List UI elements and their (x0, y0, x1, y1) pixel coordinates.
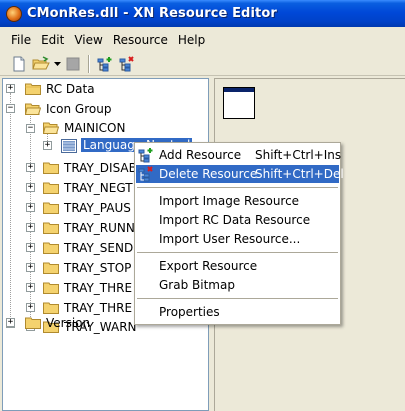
menu-item-grab-bitmap[interactable]: Grab Bitmap (136, 276, 339, 294)
toolbar-separator (88, 54, 90, 73)
menu-item-label: Add Resource (159, 148, 242, 162)
folder-icon (25, 317, 41, 329)
menu-item-delete-resource[interactable]: Delete Resource Shift+Ctrl+Del (136, 165, 344, 183)
menu-item-label: Delete Resource (159, 167, 258, 181)
tree-node-tray[interactable]: TRAY_STOP (64, 261, 131, 275)
add-resource-button[interactable] (94, 53, 116, 75)
expand-rc-data[interactable]: + (6, 84, 15, 93)
folder-icon (25, 83, 41, 95)
folder-icon (43, 242, 59, 254)
icon-resource-icon (61, 139, 77, 153)
delete-resource-button[interactable] (116, 53, 138, 75)
menu-bar: File Edit View Resource Help (0, 29, 405, 51)
tree-node-tray[interactable]: TRAY_THRE (64, 301, 132, 315)
menu-help[interactable]: Help (173, 33, 210, 47)
folder-icon (43, 182, 59, 194)
menu-item-label: Import RC Data Resource (159, 213, 311, 227)
expand-tray-stop[interactable]: + (26, 263, 35, 272)
context-menu: Add Resource Shift+Ctrl+Ins Delete Resou… (134, 142, 344, 325)
tree-node-tray[interactable]: TRAY_SEND (64, 241, 133, 255)
expand-version[interactable]: + (6, 318, 15, 327)
dropdown-arrow-icon (53, 61, 61, 66)
menu-item-label: Export Resource (159, 259, 258, 273)
open-button[interactable] (30, 53, 52, 75)
expand-tray-thre[interactable]: + (26, 303, 35, 312)
menu-item-import-rc-data[interactable]: Import RC Data Resource (136, 211, 339, 229)
menu-edit[interactable]: Edit (36, 33, 69, 47)
open-folder-icon (25, 103, 41, 115)
menu-item-shortcut: Shift+Ctrl+Del (255, 167, 344, 181)
tree-node-mainicon[interactable]: MAINICON (64, 121, 125, 135)
folder-icon (43, 302, 59, 314)
menu-item-label: Grab Bitmap (159, 278, 235, 292)
delete-resource-icon (119, 55, 134, 71)
delete-resource-icon (138, 166, 153, 182)
expand-tray-send[interactable]: + (26, 243, 35, 252)
menu-item-label: Import Image Resource (159, 194, 300, 208)
stop-button[interactable] (62, 53, 84, 75)
open-folder-icon (43, 122, 59, 134)
expand-tray-runn[interactable]: + (26, 223, 35, 232)
expand-language-neutral[interactable]: + (43, 141, 52, 150)
tree-node-rc-data[interactable]: RC Data (46, 82, 95, 96)
folder-icon (43, 202, 59, 214)
menu-item-add-resource[interactable]: Add Resource Shift+Ctrl+Ins (136, 146, 342, 164)
collapse-mainicon[interactable]: − (26, 124, 35, 133)
menu-separator (137, 187, 338, 188)
add-resource-icon (97, 56, 112, 71)
expand-tray-thre[interactable]: + (26, 283, 35, 292)
menu-separator (137, 252, 338, 253)
menu-item-export-resource[interactable]: Export Resource (136, 257, 339, 275)
tree-line (10, 93, 11, 323)
menu-item-label: Import User Resource... (159, 232, 301, 246)
open-dropdown-button[interactable] (52, 53, 62, 75)
menu-item-shortcut: Shift+Ctrl+Ins (255, 148, 342, 162)
folder-icon (43, 162, 59, 174)
folder-icon (43, 262, 59, 274)
tree-node-version[interactable]: Version (46, 316, 90, 330)
menu-file[interactable]: File (6, 33, 36, 47)
title-bar[interactable]: CMonRes.dll - XN Resource Editor (0, 0, 405, 27)
tree-node-tray[interactable]: TRAY_RUNN (64, 221, 135, 235)
folder-icon (43, 282, 59, 294)
icon-preview[interactable] (223, 87, 255, 119)
expand-tray-disabled[interactable]: + (26, 163, 35, 172)
menu-resource[interactable]: Resource (108, 33, 173, 47)
new-file-button[interactable] (8, 53, 30, 75)
expand-tray-paus[interactable]: + (26, 203, 35, 212)
tree-node-icon-group[interactable]: Icon Group (46, 102, 111, 116)
app-icon (6, 5, 22, 22)
tree-node-tray[interactable]: TRAY_PAUS (64, 201, 131, 215)
open-folder-icon (32, 55, 50, 69)
menu-item-import-user[interactable]: Import User Resource... (136, 230, 339, 248)
expand-tray-negt[interactable]: + (26, 183, 35, 192)
stop-icon (66, 57, 80, 70)
window-title: CMonRes.dll - XN Resource Editor (27, 6, 277, 21)
menu-item-label: Properties (159, 305, 220, 319)
collapse-icon-group[interactable]: − (6, 104, 15, 113)
icon-preview-titlebar (224, 88, 254, 92)
menu-separator (137, 298, 338, 299)
add-resource-icon (138, 148, 153, 163)
tree-node-tray[interactable]: TRAY_NEGT (64, 181, 133, 195)
folder-icon (43, 222, 59, 234)
new-file-icon (13, 56, 25, 71)
tree-node-tray[interactable]: TRAY_THRE (64, 281, 132, 295)
menu-item-import-image[interactable]: Import Image Resource (136, 192, 339, 210)
menu-view[interactable]: View (69, 33, 107, 47)
toolbar (0, 52, 405, 76)
menu-item-properties[interactable]: Properties (136, 303, 339, 321)
